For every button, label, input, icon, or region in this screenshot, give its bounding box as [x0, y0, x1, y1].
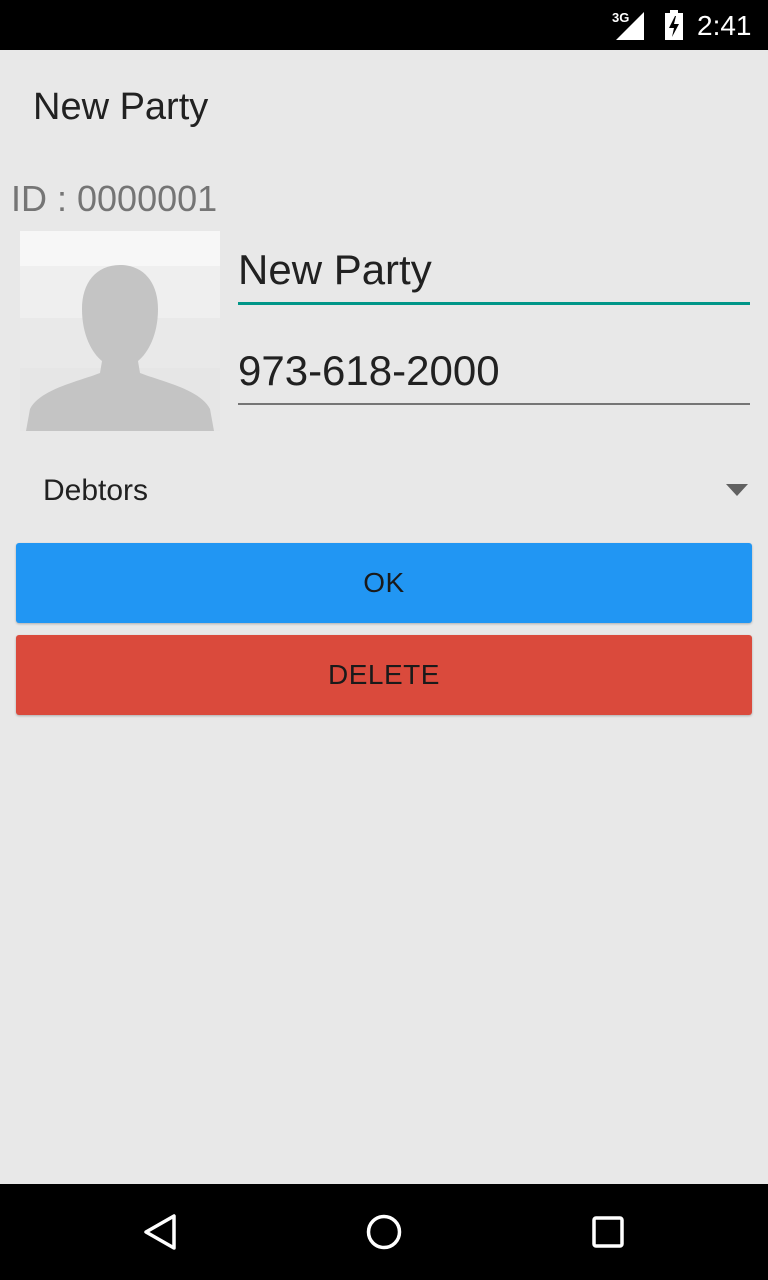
group-dropdown[interactable]: Debtors — [16, 454, 752, 526]
navigation-bar — [0, 1184, 768, 1280]
phone-input[interactable] — [238, 347, 750, 403]
party-editor: New Party ID : 0000001 Debtors OK DELETE — [0, 50, 768, 1184]
phone-field[interactable] — [238, 347, 750, 405]
person-placeholder-icon — [20, 231, 220, 431]
back-triangle-icon[interactable] — [140, 1212, 180, 1252]
clock: 2:41 — [697, 10, 752, 41]
signal-icon — [616, 12, 644, 40]
dropdown-arrow-icon — [726, 484, 748, 496]
status-bar: 3G 2:41 — [0, 0, 768, 50]
home-circle-icon[interactable] — [364, 1212, 404, 1252]
recents-square-icon[interactable] — [588, 1212, 628, 1252]
delete-button[interactable]: DELETE — [16, 635, 752, 715]
party-name-input[interactable] — [238, 246, 750, 302]
page-title: New Party — [33, 86, 209, 128]
party-id: ID : 0000001 — [11, 178, 218, 219]
battery-charging-icon — [665, 10, 683, 40]
group-dropdown-value: Debtors — [43, 474, 149, 507]
avatar[interactable] — [20, 231, 220, 431]
ok-button[interactable]: OK — [16, 543, 752, 623]
party-name-field[interactable] — [238, 246, 750, 305]
